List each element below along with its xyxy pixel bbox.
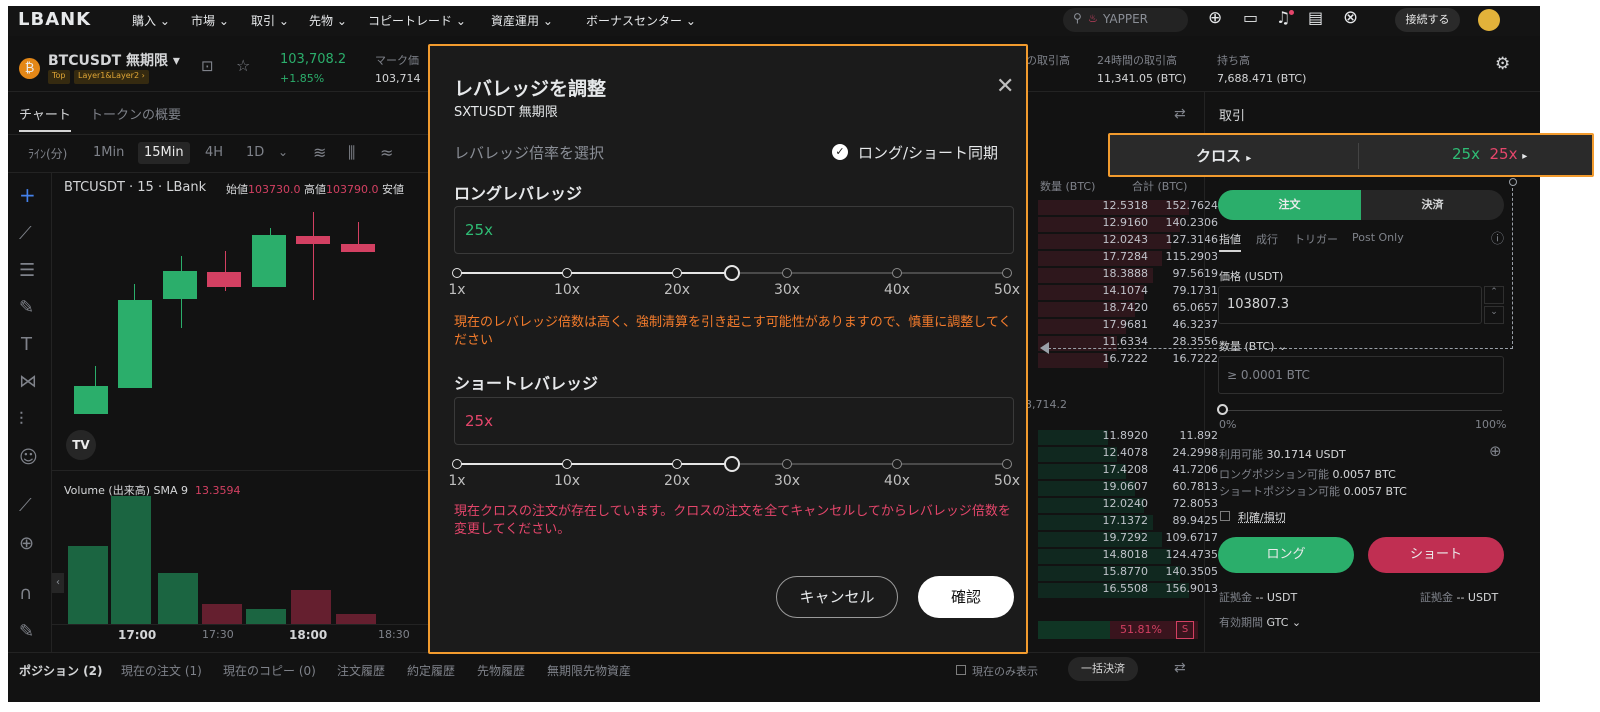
search-icon: ⚲ — [1073, 11, 1082, 25]
wallet-icon[interactable]: ▭ — [1243, 8, 1258, 27]
connector-vertical — [1512, 183, 1513, 349]
short-leverage-slider[interactable] — [452, 456, 1012, 472]
connector-arrow-icon — [1040, 342, 1049, 354]
slider-tick[interactable] — [452, 459, 462, 469]
margin-mode-button[interactable]: クロス ▸ — [1196, 145, 1251, 166]
slider-tick[interactable] — [562, 459, 572, 469]
slider-tick-label: 20x — [663, 473, 691, 489]
slider-tick-label: 30x — [773, 282, 801, 298]
slider-tick-label: 1x — [448, 282, 466, 298]
orders-icon[interactable]: ▤ — [1308, 8, 1323, 27]
download-icon[interactable]: ⊕ — [1208, 8, 1222, 28]
fire-icon: ♨ — [1088, 12, 1098, 25]
slider-tick[interactable] — [562, 268, 572, 278]
modal-title: レバレッジを調整 — [454, 78, 607, 100]
slider-fill — [457, 463, 732, 465]
sync-check-icon[interactable]: ✓ — [832, 144, 848, 160]
confirm-button[interactable]: 確認 — [918, 576, 1014, 618]
connect-button[interactable]: 接続する — [1395, 8, 1460, 32]
leverage-modal: レバレッジを調整 SXTUSDT 無期限 ✕ レバレッジ倍率を選択 ✓ ロング/… — [428, 44, 1028, 654]
nav-item-copytrade[interactable]: コピートレード ⌄ — [368, 12, 466, 29]
slider-tick[interactable] — [672, 268, 682, 278]
select-leverage-label: レバレッジ倍率を選択 — [454, 144, 605, 162]
slider-tick-label: 1x — [448, 473, 466, 489]
nav-item-earn[interactable]: 資産運用 ⌄ — [491, 12, 553, 29]
slider-tick-label: 10x — [553, 473, 581, 489]
slider-handle[interactable] — [724, 456, 740, 472]
sync-label[interactable]: ロング/ショート同期 — [858, 142, 998, 163]
margin-leverage-bar: クロス ▸ 25x 25x ▸ — [1108, 133, 1594, 177]
connector-horizontal — [1048, 348, 1513, 349]
cancel-button[interactable]: キャンセル — [776, 576, 898, 618]
slider-tick-label: 10x — [553, 282, 581, 298]
slider-tick-label: 40x — [883, 282, 911, 298]
leverage-button[interactable]: 25x 25x ▸ — [1452, 145, 1527, 163]
short-leverage-input[interactable]: 25x — [454, 397, 1014, 445]
slider-tick[interactable] — [452, 268, 462, 278]
long-leverage-input[interactable]: 25x — [454, 206, 1014, 254]
short-leverage-label: ショートレバレッジ — [454, 374, 599, 393]
nav-item-futures[interactable]: 先物 ⌄ — [309, 12, 347, 29]
slider-tick-label: 50x — [993, 282, 1021, 298]
connector-start — [1509, 178, 1517, 186]
short-leverage-warning: 現在クロスの注文が存在しています。クロスの注文を全てキャンセルしてからレバレッジ… — [454, 504, 1011, 537]
slider-tick[interactable] — [1002, 459, 1012, 469]
slider-tick-label: 30x — [773, 473, 801, 489]
slider-handle[interactable] — [724, 265, 740, 281]
slider-tick[interactable] — [892, 459, 902, 469]
top-nav: LBANK 購入 ⌄ 市場 ⌄ 取引 ⌄ 先物 ⌄ コピートレード ⌄ 資産運用… — [8, 6, 1540, 36]
nav-item-trade[interactable]: 取引 ⌄ — [251, 12, 289, 29]
slider-tick[interactable] — [892, 268, 902, 278]
nav-item-buy[interactable]: 購入 ⌄ — [132, 12, 170, 29]
nav-item-market[interactable]: 市場 ⌄ — [191, 12, 229, 29]
notification-dot — [1289, 10, 1294, 15]
globe-icon[interactable]: ⊗ — [1343, 7, 1358, 28]
long-leverage-label: ロングレバレッジ — [454, 184, 583, 203]
avatar[interactable] — [1478, 9, 1500, 31]
slider-tick[interactable] — [672, 459, 682, 469]
modal-subtitle: SXTUSDT 無期限 — [454, 105, 558, 120]
slider-tick-label: 50x — [993, 473, 1021, 489]
slider-tick[interactable] — [782, 459, 792, 469]
search-box[interactable]: ⚲ ♨ YAPPER — [1063, 8, 1188, 32]
long-leverage-slider[interactable] — [452, 265, 1012, 281]
slider-tick-label: 40x — [883, 473, 911, 489]
slider-tick[interactable] — [782, 268, 792, 278]
slider-tick-label: 20x — [663, 282, 691, 298]
close-icon[interactable]: ✕ — [996, 74, 1014, 99]
search-text: YAPPER — [1103, 12, 1148, 26]
slider-fill — [457, 272, 732, 274]
slider-tick[interactable] — [1002, 268, 1012, 278]
logo[interactable]: LBANK — [18, 9, 91, 30]
long-leverage-warning: 現在のレバレッジ倍数は高く、強制清算を引き起こす可能性がありますので、慎重に調整… — [454, 315, 1012, 348]
nav-item-bonus[interactable]: ボーナスセンター ⌄ — [586, 12, 696, 29]
